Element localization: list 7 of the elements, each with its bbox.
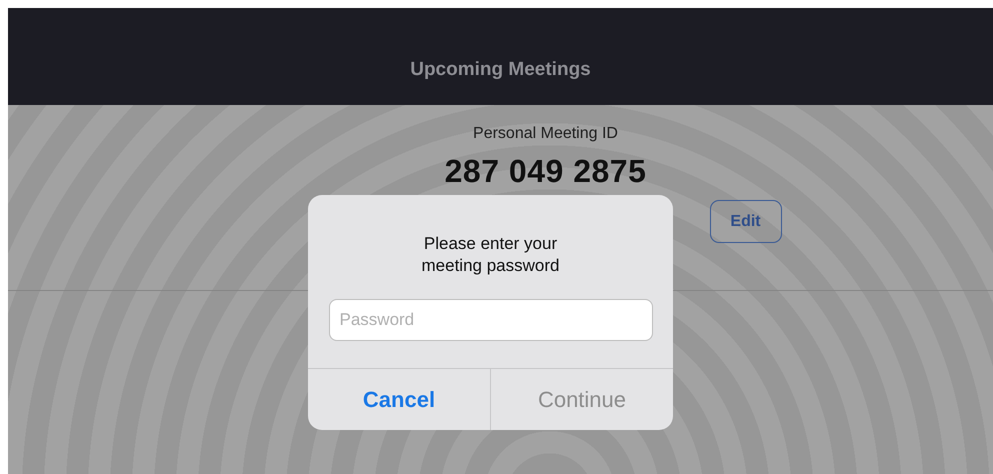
header-title: Upcoming Meetings (410, 59, 591, 81)
meeting-id: 287 049 2875 (444, 153, 646, 190)
cancel-button[interactable]: Cancel (308, 369, 490, 430)
edit-button[interactable]: Edit (710, 200, 782, 243)
password-field[interactable]: Password (328, 299, 652, 342)
meeting-id-label: Personal Meeting ID (473, 125, 618, 143)
dialog-message: Please enter your meeting password (420, 233, 560, 278)
